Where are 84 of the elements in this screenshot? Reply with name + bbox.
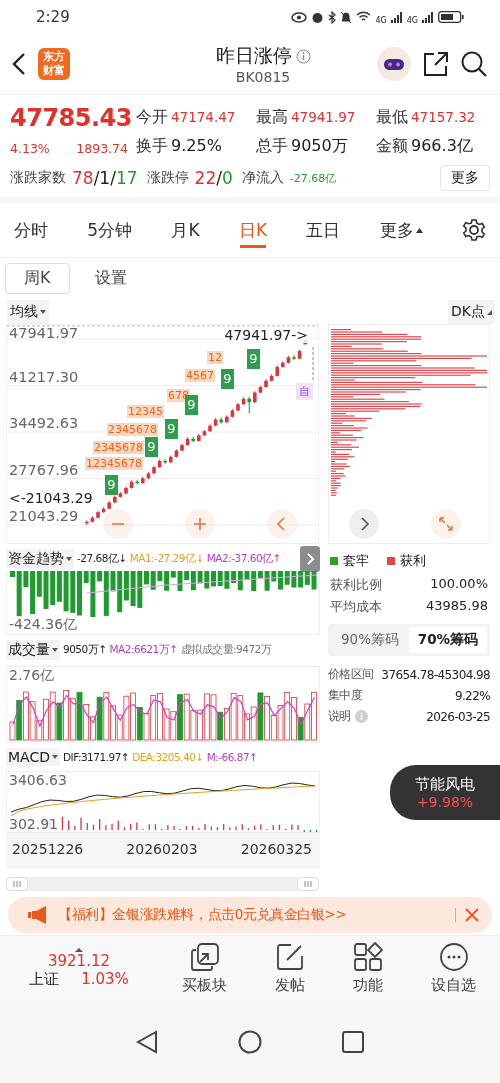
- stat-value: 9050万: [291, 136, 348, 157]
- index-name: 上证: [29, 969, 60, 989]
- index-change: 1.03%: [81, 969, 129, 989]
- td-nine-badge: 9: [247, 349, 260, 369]
- change-amount: 1893.74: [76, 141, 128, 156]
- td-nine-badge: 9: [221, 369, 234, 389]
- td-sequence-label: 12345678: [85, 457, 143, 470]
- page-title: 昨日涨停: [215, 43, 292, 68]
- td-nine-badge: 9: [165, 419, 178, 439]
- chip-detail-label: 说明: [328, 708, 351, 725]
- stat-label: 净流入: [241, 169, 284, 187]
- chip-detail-value: 9.22%: [454, 688, 490, 703]
- promo-text: 【福利】金银涨跌难料，点击0元兑真金白银>>: [58, 906, 348, 924]
- axis-label: -424.36亿: [9, 616, 78, 634]
- chip-stat-value: 100.00%: [430, 576, 488, 593]
- td-sequence-label: 12345: [127, 405, 164, 418]
- network-type: 4G: [406, 15, 418, 25]
- stat-label: 最低: [376, 107, 408, 128]
- legend-label: 套牢: [343, 552, 369, 570]
- price-axis-label: 47941.97: [9, 325, 79, 341]
- stat-label: 金额: [376, 136, 408, 157]
- stock-name: 节能风电: [415, 775, 475, 794]
- stat-label: 最高: [256, 107, 288, 128]
- legend-label: 获利: [400, 552, 426, 570]
- indicator-value: M:-66.87↑: [206, 751, 258, 763]
- low-price-marker: <-21043.29: [9, 490, 93, 506]
- nav-label: 设自选: [431, 975, 476, 995]
- net-inflow-value: -27.68亿: [289, 170, 337, 186]
- sector-code: BK0815: [235, 69, 291, 85]
- nav-label: 发帖: [275, 975, 305, 995]
- td-sequence-label: 2345678: [107, 423, 158, 436]
- indicator-value: DEA:3205.40↓: [132, 751, 204, 763]
- index-value: 3921.12: [48, 951, 110, 970]
- chip-detail-label: 集中度: [328, 687, 363, 704]
- chip-stat-label: 获利比例: [330, 576, 382, 594]
- stat-label: 换手: [136, 136, 168, 157]
- chip-detail-value: 2026-03-25: [426, 709, 490, 724]
- app-logo: 东方财富: [38, 48, 70, 80]
- stat-value: 47174.47: [171, 109, 236, 125]
- price-axis-label: 41217.30: [9, 368, 79, 385]
- high-price-marker: 47941.97->: [224, 327, 308, 343]
- axis-label: 2.76亿: [9, 667, 55, 685]
- axis-label: 302.91: [9, 816, 58, 832]
- td-sequence-label: 4567: [185, 369, 215, 382]
- td-nine-badge: 9: [185, 395, 198, 415]
- status-time: 2:29: [36, 8, 70, 26]
- indicator-value: -27.68亿↓: [77, 552, 127, 566]
- stat-value: 47157.32: [411, 109, 476, 125]
- chip-stat-label: 平均成本: [330, 598, 382, 616]
- stat-label: 今开: [136, 107, 168, 128]
- stat-value: 47941.97: [291, 109, 356, 125]
- chip-stat-value: 43985.98: [425, 598, 488, 615]
- stat-value: 9.25%: [171, 136, 222, 155]
- stat-label: 总手: [256, 136, 288, 157]
- td-sequence-label: 12: [207, 351, 223, 364]
- auto-badge: 自: [296, 383, 313, 400]
- indicator-value: 虚拟成交量:9472万: [180, 643, 272, 657]
- indicator-value: MA2:-37.60亿↑: [206, 552, 281, 566]
- date-label: 20260203: [126, 841, 198, 857]
- indicator-value: MA2:6621万↑: [109, 643, 178, 657]
- nav-label: 功能: [353, 975, 383, 995]
- chip-detail-value: 37654.78-45304.98: [381, 667, 490, 682]
- price-axis-label: 21043.29: [9, 508, 79, 524]
- limit-value: 22/0: [194, 168, 233, 188]
- date-label: 20251226: [12, 841, 84, 857]
- nav-label: 买板块: [182, 975, 227, 995]
- stat-label: 涨跌家数: [10, 169, 66, 187]
- chip-detail-label: 价格区间: [328, 666, 374, 683]
- indicator-value: MA1:-27.29亿↓: [129, 552, 204, 566]
- axis-label: 3406.63: [9, 772, 67, 788]
- indicator-value: 9050万↑: [63, 643, 107, 657]
- price-axis-label: 27767.96: [9, 461, 79, 478]
- change-percent: 4.13%: [10, 141, 50, 156]
- stat-value: 966.3亿: [411, 136, 473, 157]
- breadth-value: 78/1/17: [72, 168, 138, 188]
- td-sequence-label: 2345678: [93, 441, 144, 454]
- td-nine-badge: 9: [145, 437, 158, 457]
- price-axis-label: 34492.63: [9, 415, 79, 431]
- network-type: 4G: [375, 15, 387, 25]
- td-nine-badge: 9: [105, 475, 118, 495]
- indicator-value: DIF:3171.97↑: [62, 751, 130, 763]
- date-label: 20260325: [240, 841, 312, 857]
- stat-label: 涨跌停: [146, 169, 189, 187]
- stock-change: +9.98%: [416, 794, 474, 810]
